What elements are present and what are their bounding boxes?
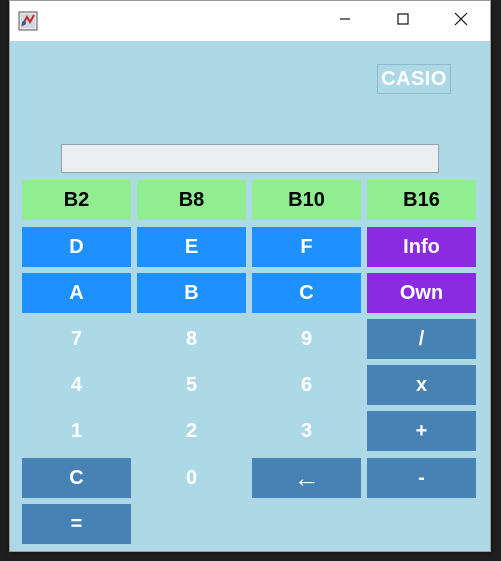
divide-button[interactable]: / — [367, 319, 476, 359]
digit-2-button[interactable]: 2 — [137, 411, 246, 451]
digit-3-button[interactable]: 3 — [252, 411, 361, 451]
digit-e-button[interactable]: E — [137, 227, 246, 267]
equals-button[interactable]: = — [22, 504, 131, 544]
digit-1-button[interactable]: 1 — [22, 411, 131, 451]
base-2-button[interactable]: B2 — [22, 180, 131, 220]
backspace-button[interactable]: ← — [252, 458, 361, 498]
own-button[interactable]: Own — [367, 273, 476, 313]
digit-7-button[interactable]: 7 — [22, 319, 131, 359]
brand-label: CASIO — [377, 64, 451, 94]
maximize-icon — [397, 12, 409, 30]
digit-c-button[interactable]: C — [252, 273, 361, 313]
java-app-icon — [18, 11, 38, 31]
base-16-button[interactable]: B16 — [367, 180, 476, 220]
plus-button[interactable]: + — [367, 411, 476, 451]
minimize-icon — [339, 12, 351, 30]
digit-5-button[interactable]: 5 — [137, 365, 246, 405]
digit-8-button[interactable]: 8 — [137, 319, 246, 359]
calculator-window: CASIO B2 B8 B10 B16 D E F Info A B C Own… — [9, 0, 491, 552]
title-bar — [10, 1, 490, 41]
multiply-button[interactable]: x — [367, 365, 476, 405]
clear-button[interactable]: C — [22, 458, 131, 498]
base-8-button[interactable]: B8 — [137, 180, 246, 220]
digit-9-button[interactable]: 9 — [252, 319, 361, 359]
digit-4-button[interactable]: 4 — [22, 365, 131, 405]
minimize-button[interactable] — [316, 1, 374, 41]
digit-f-button[interactable]: F — [252, 227, 361, 267]
digit-b-button[interactable]: B — [137, 273, 246, 313]
base-10-button[interactable]: B10 — [252, 180, 361, 220]
digit-6-button[interactable]: 6 — [252, 365, 361, 405]
info-button[interactable]: Info — [367, 227, 476, 267]
digit-0-button[interactable]: 0 — [137, 458, 246, 498]
minus-button[interactable]: - — [367, 458, 476, 498]
maximize-button[interactable] — [374, 1, 432, 41]
digit-a-button[interactable]: A — [22, 273, 131, 313]
display-field[interactable] — [61, 144, 439, 173]
close-icon — [454, 12, 468, 31]
close-button[interactable] — [432, 1, 490, 41]
digit-d-button[interactable]: D — [22, 227, 131, 267]
calculator-body: CASIO B2 B8 B10 B16 D E F Info A B C Own… — [10, 41, 490, 553]
